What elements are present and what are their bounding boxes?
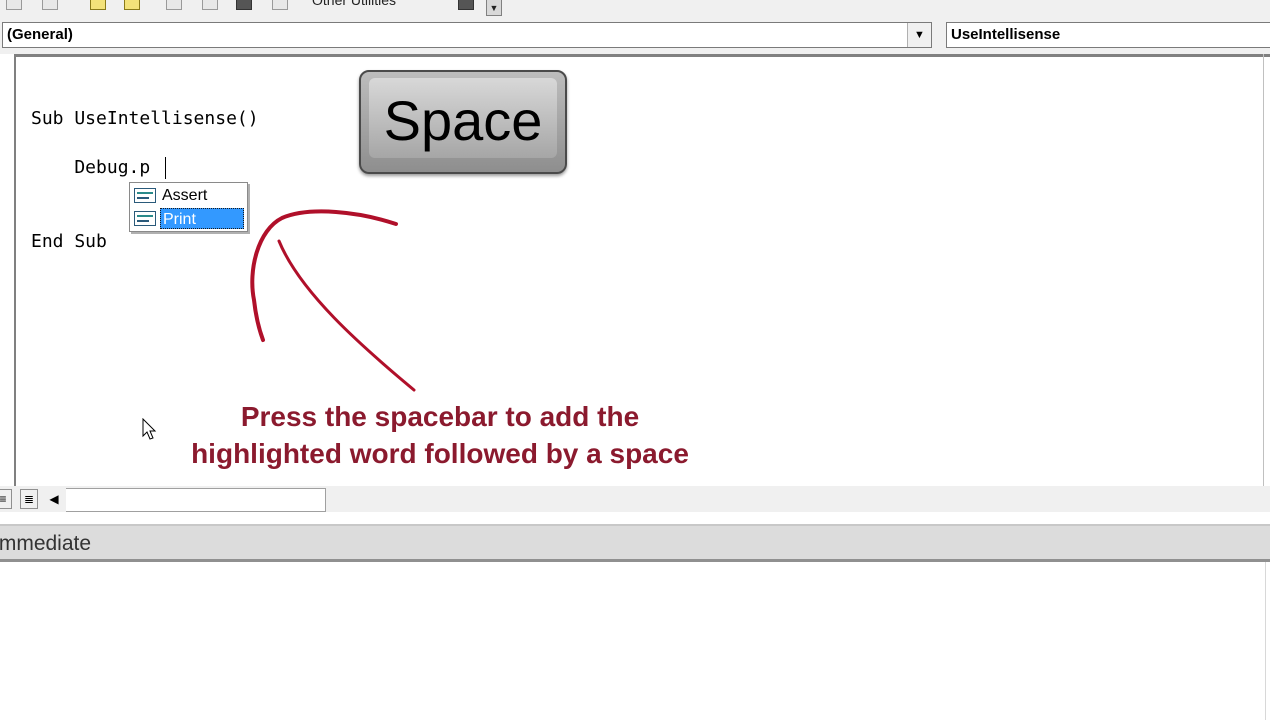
window-gap [0,512,1270,524]
full-module-view-icon[interactable]: ≣ [20,489,38,509]
scroll-left-icon[interactable]: ◀ [44,489,64,509]
horizontal-scrollbar[interactable] [66,488,326,512]
arrow-head-curve [250,209,398,342]
arrow-shaft [277,239,416,392]
immediate-window[interactable] [0,562,1270,720]
procedure-view-icon[interactable]: ≡ [0,489,12,509]
annotation-line: highlighted word followed by a space [191,438,689,469]
immediate-titlebar[interactable]: Immediate [0,524,1270,562]
mouse-pointer-icon [142,418,157,440]
immediate-title: Immediate [0,532,92,555]
pane-edge [1265,562,1266,720]
annotation-line: Press the spacebar to add the [240,401,640,432]
annotation-caption: Press the spacebar to add the highlighte… [150,398,730,472]
horizontal-scrollbar-row: ≡ ≣ ◀ [0,486,1270,512]
